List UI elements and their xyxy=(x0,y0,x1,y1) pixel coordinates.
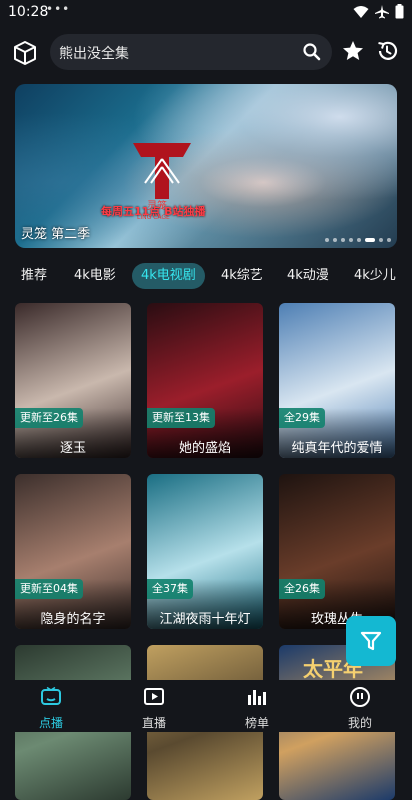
category-tabs: 推荐 4k电影 4k电视剧 4k综艺 4k动漫 4k少儿 xyxy=(0,263,412,289)
battery-icon xyxy=(395,4,404,19)
status-bar: 10:28 ••• xyxy=(0,0,412,26)
episode-badge: 全29集 xyxy=(279,408,325,428)
cube-icon[interactable] xyxy=(12,40,38,66)
nav-item-live[interactable]: 直播 xyxy=(124,686,184,731)
bottom-navigation: 点播 直播 榜单 我的 xyxy=(0,680,412,732)
video-card[interactable]: 更新至13集她的盛焰 xyxy=(147,303,263,458)
video-title: 她的盛焰 xyxy=(178,441,231,456)
video-card[interactable]: 全29集纯真年代的爱情 xyxy=(279,303,395,458)
episode-badge: 更新至13集 xyxy=(147,408,215,428)
episode-badge: 全37集 xyxy=(147,579,193,599)
vod-icon xyxy=(21,686,81,712)
banner-caption: 灵笼 第二季 xyxy=(21,227,91,242)
nav-item-ranking[interactable]: 榜单 xyxy=(227,686,287,731)
history-icon[interactable] xyxy=(375,39,399,63)
pagination-dot[interactable] xyxy=(357,238,361,242)
airplane-icon xyxy=(375,4,389,18)
filter-icon xyxy=(360,631,382,651)
banner-slogan: 每周五11点 B站独播 xyxy=(101,205,206,218)
episode-badge: 全26集 xyxy=(279,579,325,599)
nav-label: 我的 xyxy=(347,716,372,730)
pagination-dot[interactable] xyxy=(349,238,353,242)
hero-banner[interactable]: 灵笼 LING CAGE 每周五11点 B站独播 灵笼 第二季 xyxy=(15,84,397,248)
search-icon[interactable] xyxy=(302,42,322,62)
pagination-dot[interactable] xyxy=(325,238,329,242)
pagination-dot[interactable] xyxy=(333,238,337,242)
tab-5[interactable]: 4k少儿 xyxy=(354,263,396,289)
wifi-icon xyxy=(353,5,369,18)
live-tv-icon xyxy=(124,686,184,712)
tab-4[interactable]: 4k动漫 xyxy=(287,263,329,289)
video-title: 逐玉 xyxy=(59,441,86,456)
filter-button[interactable] xyxy=(346,616,396,666)
pagination-dot[interactable] xyxy=(379,238,383,242)
nav-label: 点播 xyxy=(38,716,63,730)
video-card[interactable]: 全26集 玫瑰丛生 xyxy=(279,474,395,629)
video-card[interactable]: 更新至26集逐玉 xyxy=(15,303,131,458)
tab-0[interactable]: 推荐 xyxy=(21,263,47,289)
pagination-dot[interactable] xyxy=(365,238,375,242)
status-icons xyxy=(353,4,404,19)
video-title: 江湖夜雨十年灯 xyxy=(159,612,251,627)
video-card[interactable]: 更新至04集隐身的名字 xyxy=(15,474,131,629)
episode-badge: 更新至26集 xyxy=(15,408,83,428)
tab-2[interactable]: 4k电视剧 xyxy=(132,263,205,289)
search-bar[interactable]: 熊出没全集 xyxy=(50,34,332,70)
search-input[interactable]: 熊出没全集 xyxy=(59,43,129,63)
ranking-icon xyxy=(227,686,287,712)
nav-item-me[interactable]: 我的 xyxy=(330,686,390,731)
nav-label: 榜单 xyxy=(244,716,269,730)
status-time: 10:28 xyxy=(8,4,49,20)
notification-dots: ••• xyxy=(46,2,71,16)
profile-icon xyxy=(330,686,390,712)
nav-label: 直播 xyxy=(141,716,166,730)
tab-1[interactable]: 4k电影 xyxy=(74,263,116,289)
video-title: 隐身的名字 xyxy=(40,612,106,627)
video-card[interactable]: 全37集江湖夜雨十年灯 xyxy=(147,474,263,629)
pagination-dot[interactable] xyxy=(341,238,345,242)
pagination-dot[interactable] xyxy=(387,238,391,242)
video-title: 纯真年代的爱情 xyxy=(291,441,383,456)
episode-badge: 更新至04集 xyxy=(15,579,83,599)
nav-item-vod[interactable]: 点播 xyxy=(21,686,81,731)
tab-3[interactable]: 4k综艺 xyxy=(221,263,263,289)
top-bar: 熊出没全集 xyxy=(0,30,412,72)
banner-pagination xyxy=(325,238,391,242)
star-icon[interactable] xyxy=(342,40,364,62)
